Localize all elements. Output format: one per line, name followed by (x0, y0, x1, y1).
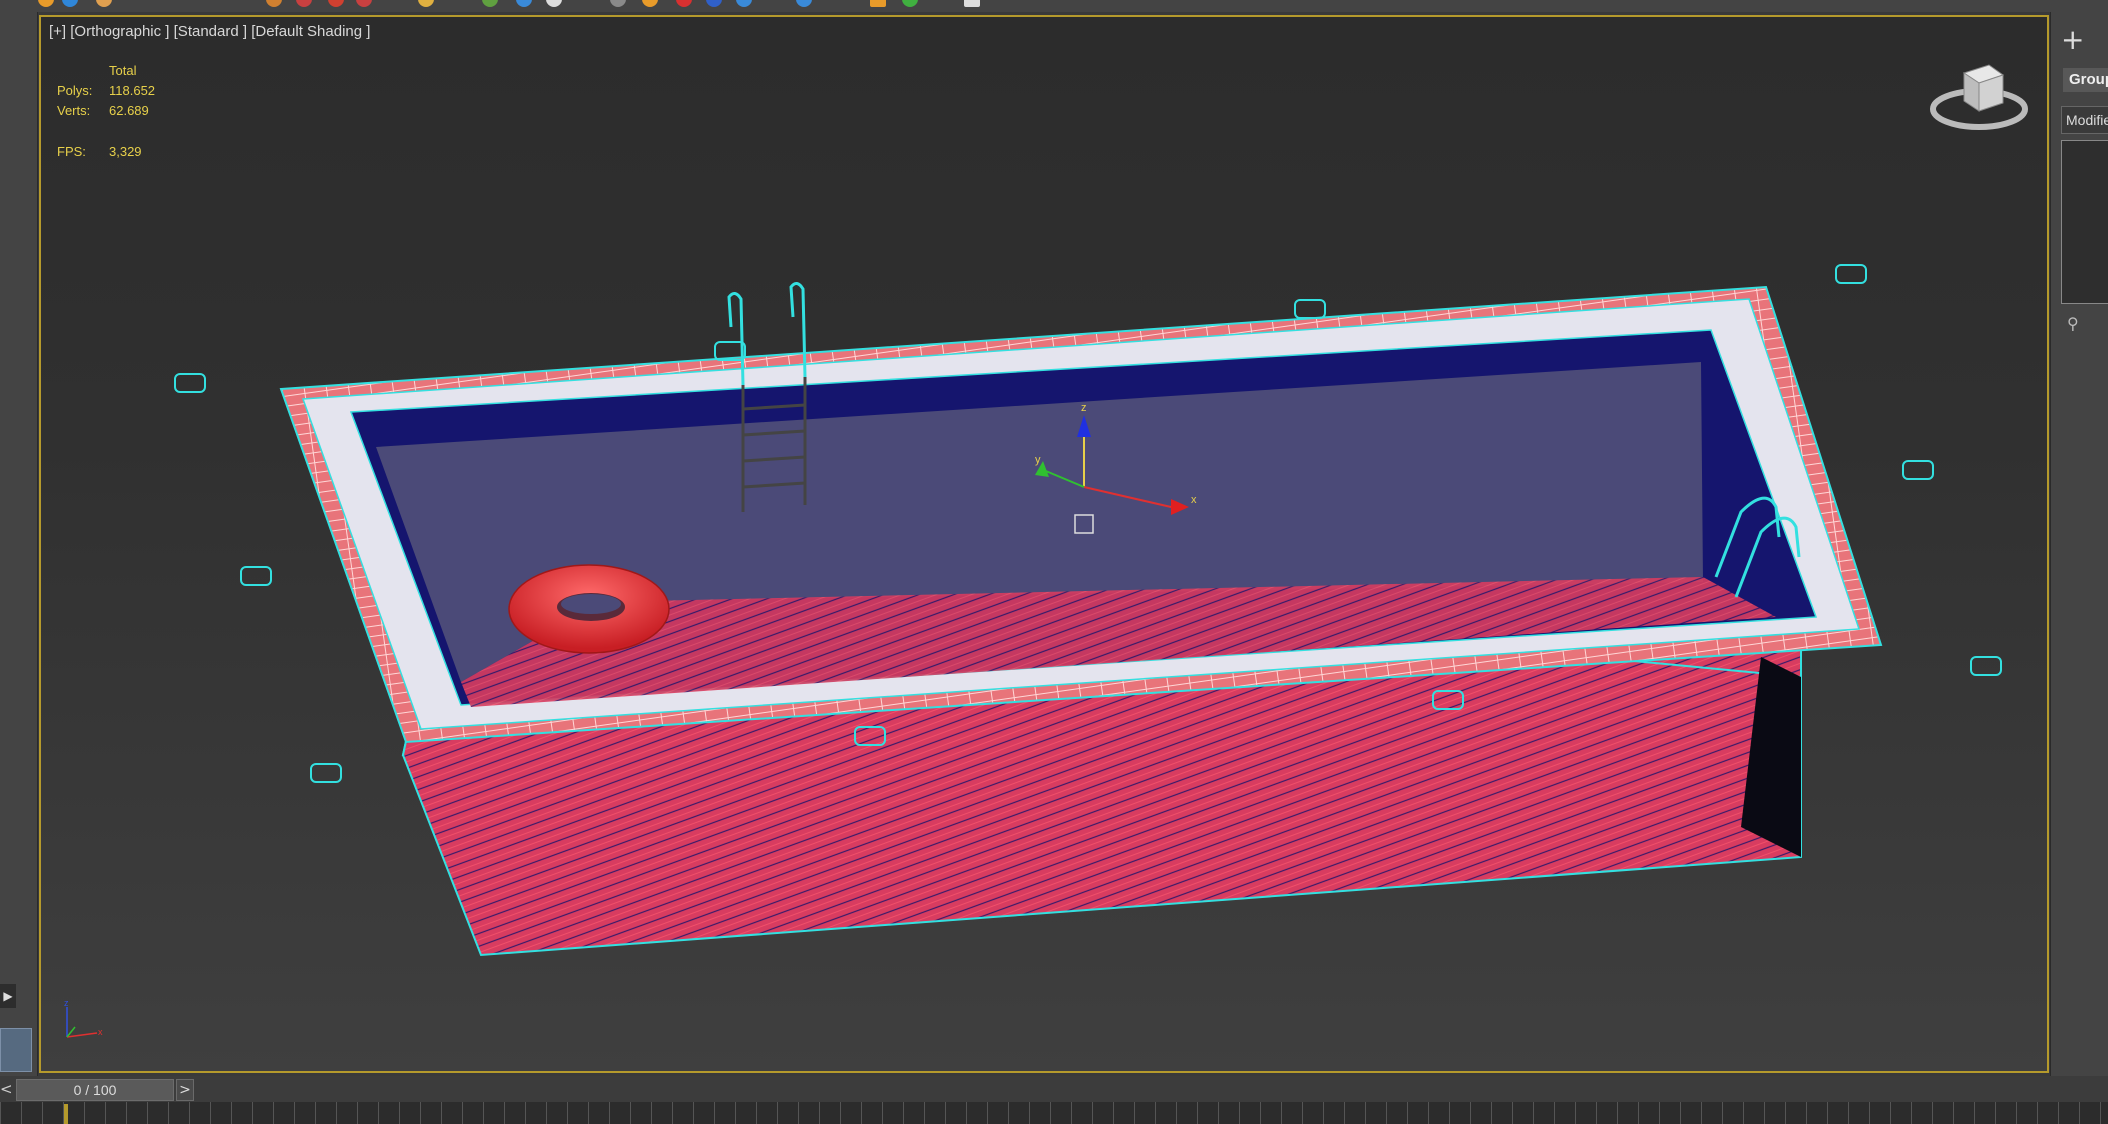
pool-scene: z y x (174, 264, 2002, 957)
toolbar-button[interactable] (870, 0, 886, 7)
modifier-list-dropdown[interactable]: Modifie (2061, 106, 2108, 134)
left-panel-swatch[interactable] (0, 1028, 32, 1072)
stats-verts-label: Verts: (57, 103, 91, 118)
toolbar-button[interactable] (736, 0, 752, 7)
toolbar-button[interactable] (328, 0, 344, 7)
svg-text:x: x (1191, 494, 1197, 506)
svg-text:y: y (1035, 454, 1041, 466)
toolbar-button[interactable] (902, 0, 918, 7)
toolbar-button[interactable] (296, 0, 312, 7)
toolbar-button[interactable] (356, 0, 372, 7)
toolbar-button[interactable] (676, 0, 692, 7)
stats-verts-value: 62.689 (109, 103, 149, 118)
main-toolbar (0, 0, 2108, 12)
time-next-button[interactable]: > (176, 1079, 194, 1101)
toolbar-button[interactable] (964, 0, 980, 7)
svg-text:z: z (64, 998, 69, 1008)
modifier-stack[interactable] (2061, 140, 2108, 304)
expand-arrow-icon[interactable]: ▶ (0, 984, 16, 1008)
toolbar-button[interactable] (642, 0, 658, 7)
toolbar-button[interactable] (796, 0, 812, 7)
time-slider[interactable]: 0 / 100 (16, 1079, 174, 1101)
toolbar-button[interactable] (610, 0, 626, 7)
toolbar-button[interactable] (482, 0, 498, 7)
command-panel: + Group Modifie ⚲ (2050, 12, 2108, 1076)
stats-fps-value: 3,329 (109, 144, 142, 159)
toolbar-button[interactable] (418, 0, 434, 7)
3dsmax-window: ▶ z y x [+] [Orthographic] [Standard] … (0, 0, 2108, 1124)
axis-tripod-icon: z x (64, 998, 103, 1038)
time-prev-button[interactable]: < (0, 1079, 13, 1099)
pin-icon[interactable]: ⚲ (2067, 314, 2079, 333)
swim-ring (508, 564, 670, 654)
left-toolbar: ▶ (0, 12, 38, 1076)
toolbar-button[interactable] (96, 0, 112, 7)
svg-text:x: x (98, 1027, 103, 1037)
toolbar-button[interactable] (62, 0, 78, 7)
svg-text:z: z (1081, 402, 1087, 414)
toolbar-button[interactable] (38, 0, 54, 7)
current-frame-marker[interactable] (64, 1104, 68, 1124)
stats-polys-value: 118.652 (109, 83, 156, 98)
viewport-label[interactable]: [+] [Orthographic ] [Standard ] [Default… (49, 23, 370, 40)
stats-header: Total (109, 63, 137, 78)
toolbar-button[interactable] (706, 0, 722, 7)
toolbar-button[interactable] (546, 0, 562, 7)
trackbar[interactable] (0, 1102, 2108, 1124)
stats-fps-label: FPS: (57, 144, 86, 159)
time-slider-bar: < 0 / 100 > (0, 1076, 2108, 1102)
toolbar-button[interactable] (516, 0, 532, 7)
toolbar-button[interactable] (266, 0, 282, 7)
orthographic-viewport[interactable]: z y x [+] [Orthographic ] [Standard ] [D… (39, 15, 2049, 1073)
plus-icon[interactable]: + (2061, 26, 2084, 54)
stats-polys-label: Polys: (57, 83, 93, 98)
viewcube-icon[interactable] (1929, 59, 2029, 139)
object-name-field[interactable]: Group (2063, 68, 2108, 92)
